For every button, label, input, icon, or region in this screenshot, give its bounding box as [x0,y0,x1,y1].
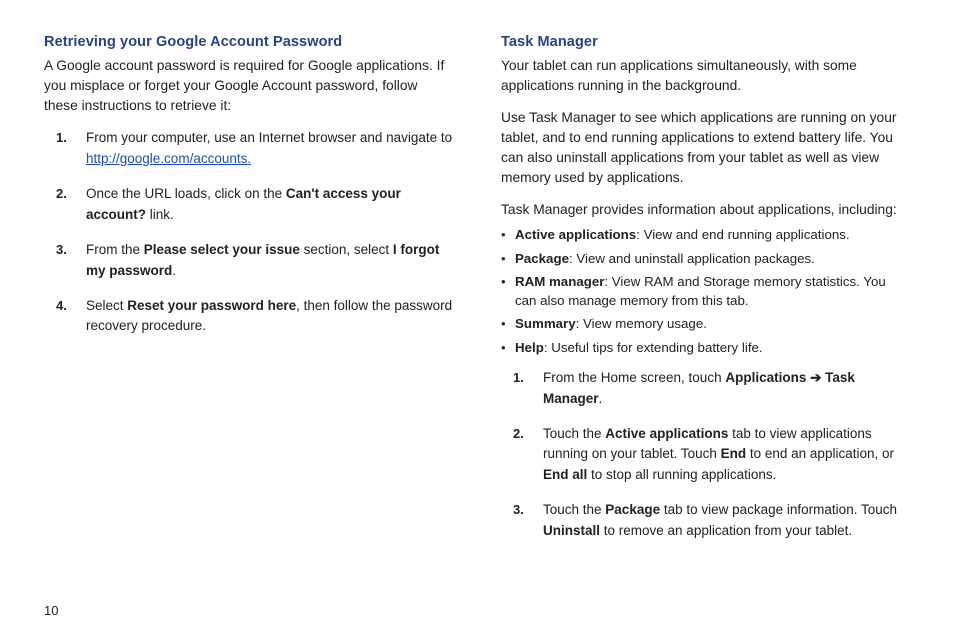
end-label: End [721,446,747,461]
text: Touch the [543,502,605,517]
uninstall-label: Uninstall [543,523,600,538]
bullet-active-apps: Active applications: View and end runnin… [501,226,910,245]
left-steps: From your computer, use an Internet brow… [44,128,453,337]
select-issue-label: Please select your issue [144,242,300,257]
text: Once the URL loads, click on the [86,186,286,201]
text: . [599,391,603,406]
text: tab to view package information. Touch [660,502,897,517]
text: : View and uninstall application package… [569,251,815,266]
right-para-2: Use Task Manager to see which applicatio… [501,108,910,188]
package-label: Package [605,502,660,517]
text: From the Home screen, touch [543,370,725,385]
text: section, select [300,242,393,257]
left-step-4: Select Reset your password here, then fo… [56,296,453,338]
page-number: 10 [44,591,910,618]
right-column: Task Manager Your tablet can run applica… [501,34,910,591]
label: Active applications [515,227,636,242]
bullet-help: Help: Useful tips for extending battery … [501,339,910,358]
text: Touch the [543,426,605,441]
text: to end an application, or [746,446,894,461]
label: Package [515,251,569,266]
text: Select [86,298,127,313]
left-step-2: Once the URL loads, click on the Can't a… [56,184,453,226]
content-columns: Retrieving your Google Account Password … [44,34,910,591]
text: : Useful tips for extending battery life… [544,340,763,355]
label: RAM manager [515,274,604,289]
label: Help [515,340,544,355]
right-para-3: Task Manager provides information about … [501,200,910,220]
left-step-3: From the Please select your issue sectio… [56,240,453,282]
text: to stop all running applications. [587,467,776,482]
right-heading: Task Manager [501,34,910,50]
bullet-ram: RAM manager: View RAM and Storage memory… [501,273,910,310]
manual-page: Retrieving your Google Account Password … [0,0,954,636]
left-heading: Retrieving your Google Account Password [44,34,453,50]
right-step-1: From the Home screen, touch Applications… [513,368,910,410]
right-step-2: Touch the Active applications tab to vie… [513,424,910,487]
text: link. [146,207,174,222]
applications-label: Applications [725,370,806,385]
label: Summary [515,316,576,331]
text: From your computer, use an Internet brow… [86,130,452,145]
left-step-1: From your computer, use an Internet brow… [56,128,453,170]
reset-password-label: Reset your password here [127,298,296,313]
left-column: Retrieving your Google Account Password … [44,34,453,591]
bullet-package: Package: View and uninstall application … [501,250,910,269]
right-step-3: Touch the Package tab to view package in… [513,500,910,542]
bullet-summary: Summary: View memory usage. [501,315,910,334]
text: to remove an application from your table… [600,523,852,538]
text: . [172,263,176,278]
text: : View memory usage. [576,316,707,331]
end-all-label: End all [543,467,587,482]
left-intro: A Google account password is required fo… [44,56,453,116]
active-apps-label: Active applications [605,426,728,441]
right-steps: From the Home screen, touch Applications… [501,368,910,542]
right-para-1: Your tablet can run applications simulta… [501,56,910,96]
text: : View and end running applications. [636,227,849,242]
arrow-icon: ➔ [806,370,825,385]
feature-bullets: Active applications: View and end runnin… [501,226,910,358]
text: From the [86,242,144,257]
accounts-link[interactable]: http://google.com/accounts. [86,151,251,166]
